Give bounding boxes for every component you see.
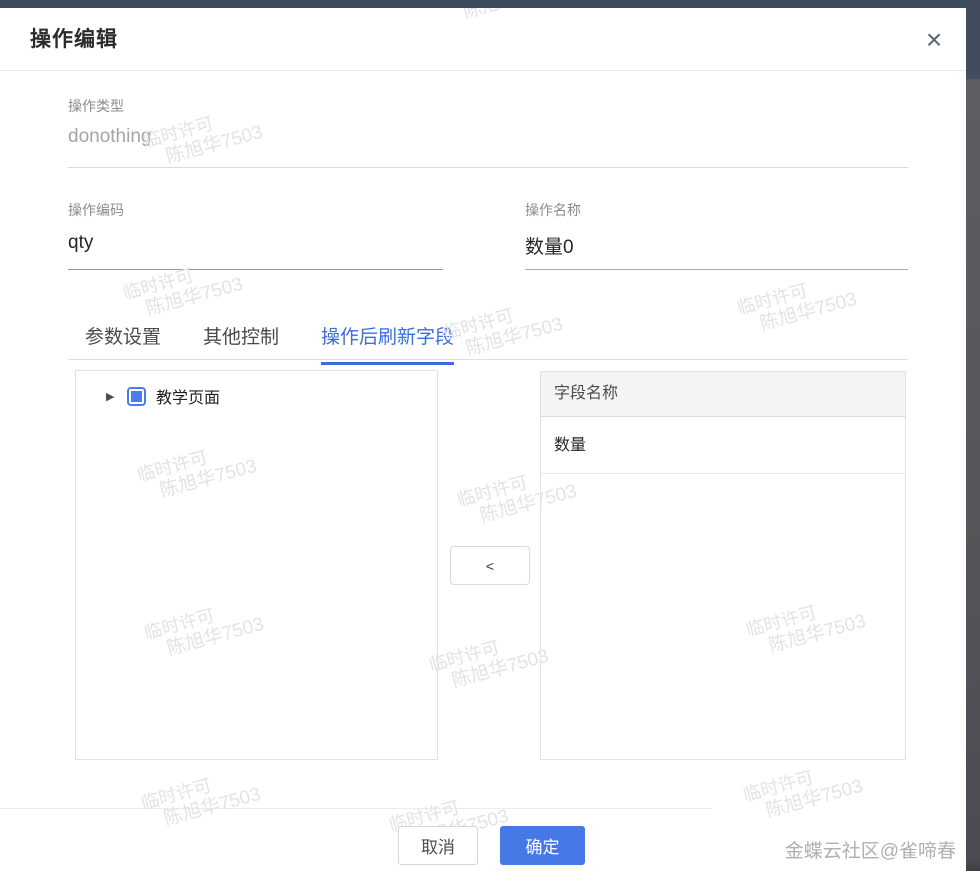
field-tree-panel: ▶ 教学页面 — [75, 370, 438, 760]
operation-code-label: 操作编码 — [68, 202, 124, 218]
operation-code-underline — [68, 269, 443, 270]
operation-edit-dialog: 操作编辑 × 操作类型 donothing 操作编码 qty 操作名称 数量0 … — [0, 8, 966, 871]
cancel-button[interactable]: 取消 — [398, 826, 478, 865]
tab-bar: 参数设置 其他控制 操作后刷新字段 — [85, 322, 455, 365]
selected-fields-table: 字段名称 数量 — [540, 371, 906, 760]
operation-type-value: donothing — [68, 126, 152, 147]
page-right-background — [966, 0, 980, 871]
operation-type-underline — [68, 167, 908, 168]
confirm-button[interactable]: 确定 — [500, 826, 585, 865]
footer-divider — [0, 808, 712, 809]
tab-other-controls[interactable]: 其他控制 — [203, 322, 279, 365]
page-top-background — [0, 0, 980, 8]
move-left-button[interactable]: < — [450, 546, 530, 585]
community-credit-text: 金蝶云社区@雀啼春 — [784, 841, 956, 862]
table-row[interactable]: 数量 — [541, 417, 905, 474]
operation-name-input[interactable]: 数量0 — [525, 232, 574, 259]
dialog-title: 操作编辑 — [30, 28, 118, 51]
tab-refresh-fields-after-operation[interactable]: 操作后刷新字段 — [321, 322, 455, 365]
checkbox-indeterminate[interactable] — [127, 386, 146, 406]
tree-node-root[interactable]: ▶ 教学页面 — [106, 384, 437, 408]
operation-type-label: 操作类型 — [68, 98, 124, 114]
operation-code-input[interactable]: qty — [68, 232, 93, 254]
operation-name-underline — [525, 269, 908, 270]
close-icon[interactable]: × — [916, 22, 952, 58]
dialog-header: 操作编辑 × — [0, 8, 966, 71]
table-header-field-name: 字段名称 — [541, 372, 905, 417]
expand-arrow-icon[interactable]: ▶ — [106, 390, 120, 403]
tree-node-label: 教学页面 — [156, 390, 221, 407]
operation-name-label: 操作名称 — [525, 202, 581, 218]
checkbox-indeterminate-mark — [131, 390, 142, 402]
tab-parameter-settings[interactable]: 参数设置 — [85, 322, 161, 365]
